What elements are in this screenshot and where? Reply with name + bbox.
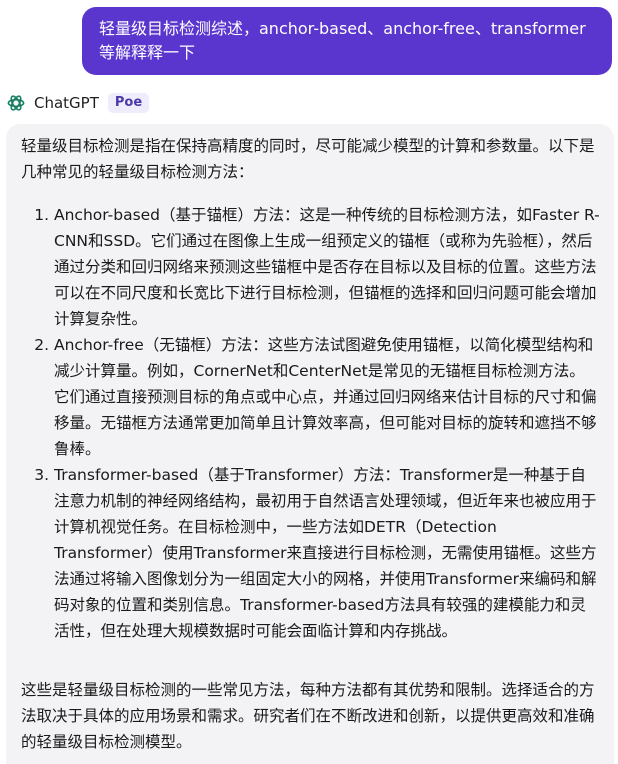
list-item-number: 3. xyxy=(34,466,49,484)
bot-outro-paragraph: 这些是轻量级目标检测的一些常见方法，每种方法都有其优势和限制。选择适合的方法取决… xyxy=(21,681,595,751)
chatgpt-logo-icon xyxy=(6,93,26,113)
list-item-number: 1. xyxy=(34,206,49,224)
list-item-number: 2. xyxy=(34,336,49,354)
list-item: 1. Anchor-based（基于锚框）方法：这是一种传统的目标检测方法，如F… xyxy=(21,202,600,332)
chat-page: 轻量级目标检测综述，anchor-based、anchor-free、trans… xyxy=(0,0,618,764)
list-item-text: Anchor-free（无锚框）方法：这些方法试图避免使用锚框，以简化模型结构和… xyxy=(54,336,597,458)
poe-badge: Poe xyxy=(107,93,150,113)
methods-list: 1. Anchor-based（基于锚框）方法：这是一种传统的目标检测方法，如F… xyxy=(21,202,600,644)
user-message-bubble: 轻量级目标检测综述，anchor-based、anchor-free、trans… xyxy=(82,7,612,75)
list-item-text: Transformer-based（基于Transformer）方法：Trans… xyxy=(54,466,597,640)
bot-message-bubble: 轻量级目标检测是指在保持高精度的同时，尽可能减少模型的计算和参数量。以下是几种常… xyxy=(6,124,614,764)
bot-name[interactable]: ChatGPT xyxy=(34,94,99,112)
user-message-row: 轻量级目标检测综述，anchor-based、anchor-free、trans… xyxy=(0,0,618,75)
bot-intro-paragraph: 轻量级目标检测是指在保持高精度的同时，尽可能减少模型的计算和参数量。以下是几种常… xyxy=(21,137,595,181)
list-item: 2. Anchor-free（无锚框）方法：这些方法试图避免使用锚框，以简化模型… xyxy=(21,332,600,462)
list-item: 3. Transformer-based（基于Transformer）方法：Tr… xyxy=(21,462,600,644)
bot-header: ChatGPT Poe xyxy=(6,92,618,114)
list-item-text: Anchor-based（基于锚框）方法：这是一种传统的目标检测方法，如Fast… xyxy=(54,206,600,328)
